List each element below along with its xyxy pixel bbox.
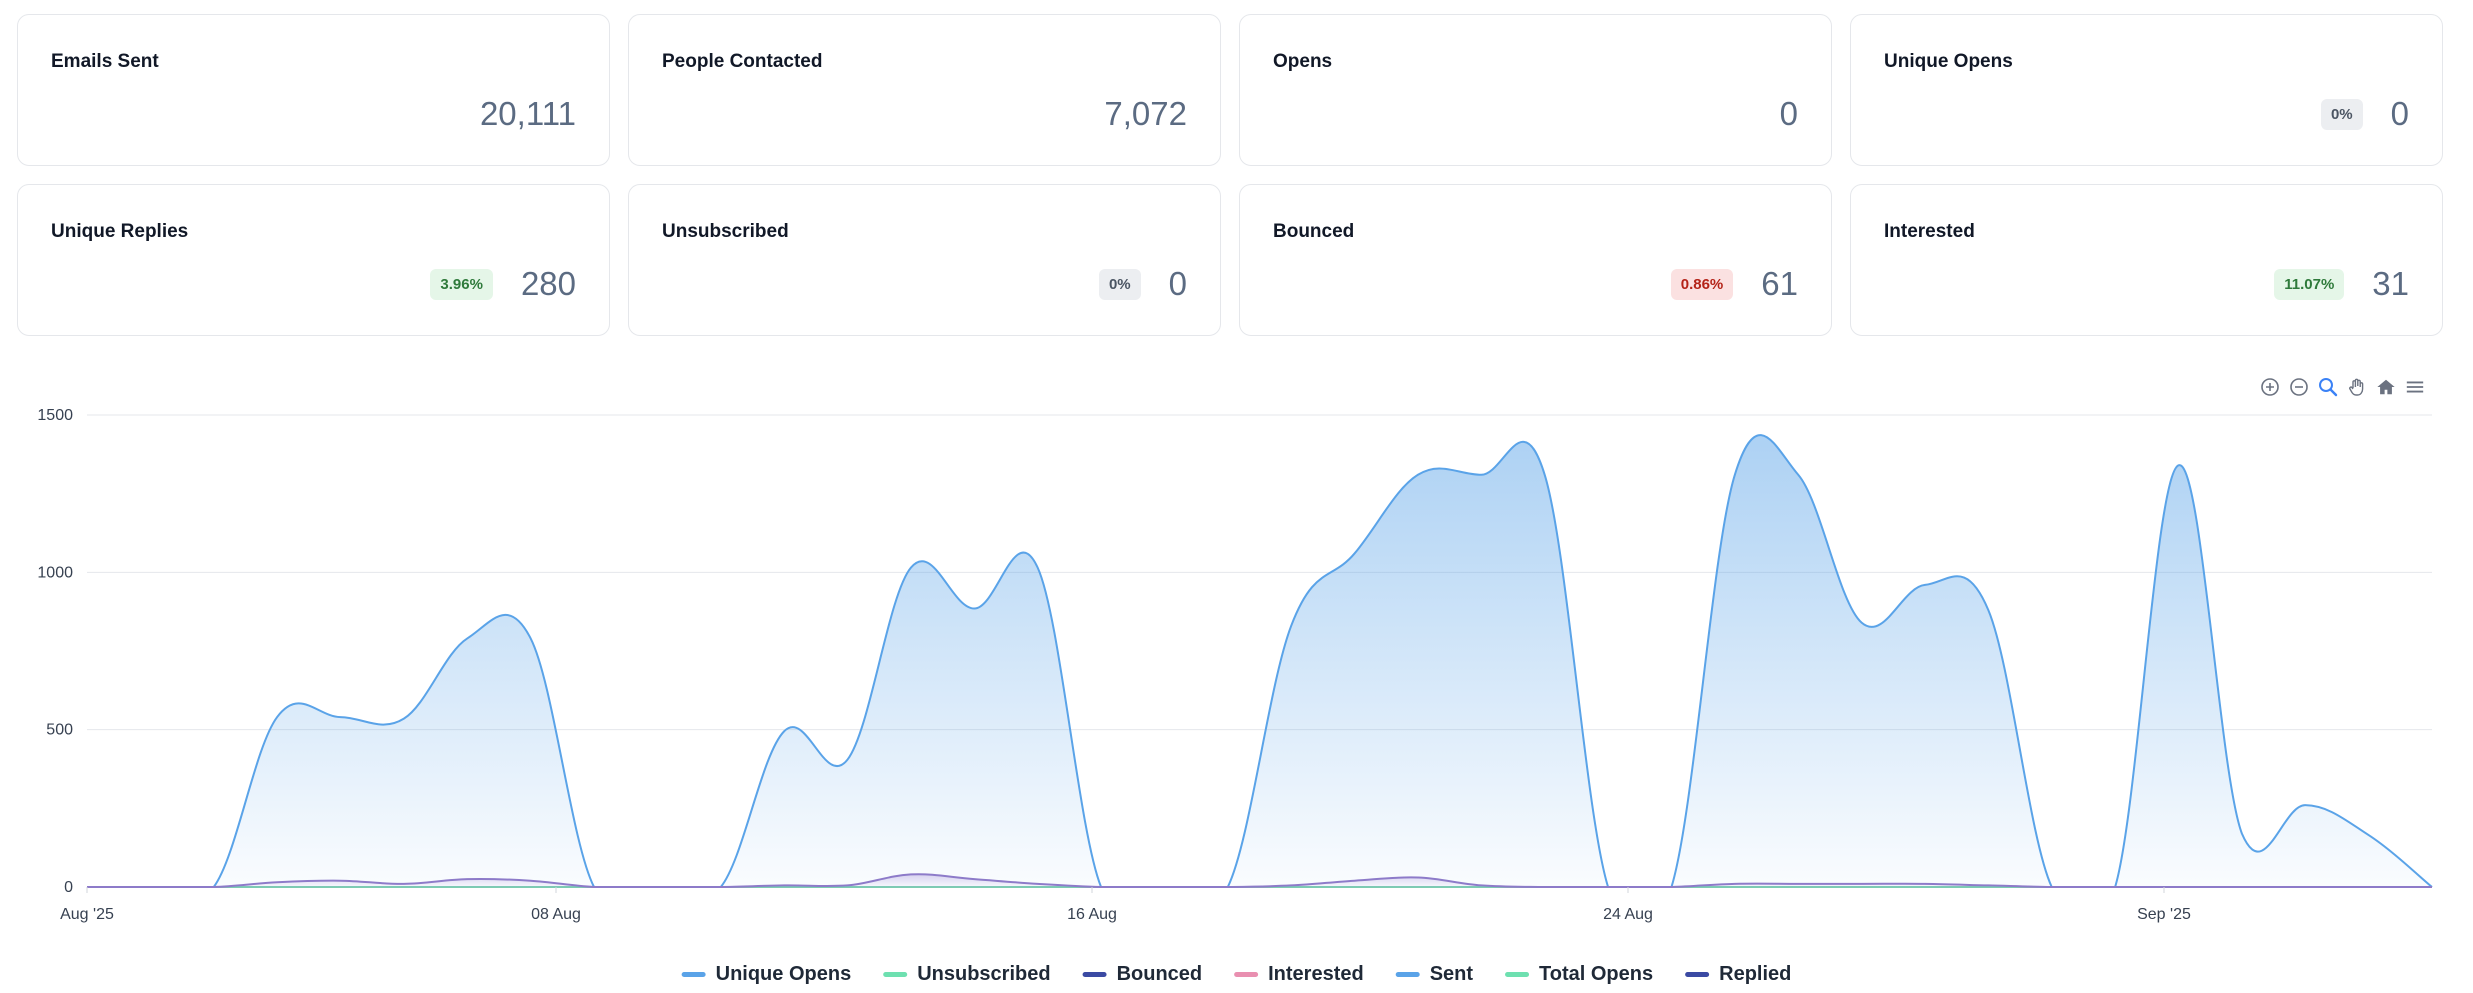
percent-badge: 0% xyxy=(1098,268,1141,300)
legend-marker xyxy=(1505,972,1530,977)
legend-label: Total Opens xyxy=(1539,963,1653,985)
stat-card-unsubscribed: Unsubscribed 0% 0 xyxy=(628,184,1221,336)
x-tick-label: Aug '25 xyxy=(60,906,114,923)
stat-card-interested: Interested 11.07% 31 xyxy=(1850,184,2443,336)
legend-marker xyxy=(681,972,706,977)
card-value: 280 xyxy=(520,265,576,302)
card-title: Interested xyxy=(1884,221,1975,242)
y-tick-label: 1000 xyxy=(37,564,73,581)
stat-card-opens: Opens 0 xyxy=(1239,14,1832,166)
percent-badge: 0.86% xyxy=(1670,268,1734,300)
card-value: 20,111 xyxy=(479,95,576,132)
x-axis-ticks: Aug '25 08 Aug 16 Aug 24 Aug Sep '25 xyxy=(60,887,2191,923)
stat-card-bounced: Bounced 0.86% 61 xyxy=(1239,184,1832,336)
stat-card-emails-sent: Emails Sent 20,111 xyxy=(17,14,610,166)
card-title: Unique Replies xyxy=(51,221,189,242)
y-axis-ticks: 0 500 1000 1500 xyxy=(37,407,73,896)
card-value: 7,072 xyxy=(1104,95,1187,132)
card-title: Opens xyxy=(1273,51,1333,72)
stats-cards: Emails Sent 20,111 People Contacted 7,07… xyxy=(17,14,2445,336)
card-value: 31 xyxy=(2372,265,2409,302)
percent-badge: 11.07% xyxy=(2274,268,2345,300)
card-title: Unique Opens xyxy=(1884,51,2013,72)
stat-card-unique-opens: Unique Opens 0% 0 xyxy=(1850,14,2443,166)
stat-card-people-contacted: People Contacted 7,072 xyxy=(628,14,1221,166)
stat-card-unique-replies: Unique Replies 3.96% 280 xyxy=(17,184,610,336)
card-value: 0 xyxy=(2390,95,2409,132)
email-activity-chart: 0 500 1000 1500 Aug '25 08 Aug 16 Aug 24 Aug Se… xyxy=(37,407,2433,985)
legend-label: Sent xyxy=(1430,963,1474,985)
card-value: 0 xyxy=(1168,265,1187,302)
x-tick-label: 16 Aug xyxy=(1067,906,1117,923)
legend-marker xyxy=(1685,972,1710,977)
x-tick-label: Sep '25 xyxy=(2137,906,2191,923)
legend-label: Unique Opens xyxy=(716,963,852,985)
legend-marker xyxy=(1234,972,1259,977)
legend-label: Interested xyxy=(1268,963,1364,985)
card-title: People Contacted xyxy=(662,51,823,72)
legend-label: Replied xyxy=(1719,963,1791,985)
card-title: Unsubscribed xyxy=(662,221,789,242)
percent-badge: 0% xyxy=(2320,98,2363,130)
percent-badge: 3.96% xyxy=(430,268,493,300)
legend-label: Unsubscribed xyxy=(917,963,1050,985)
x-tick-label: 24 Aug xyxy=(1603,906,1653,923)
card-value: 0 xyxy=(1779,95,1798,132)
card-value: 61 xyxy=(1761,265,1798,302)
x-tick-label: 08 Aug xyxy=(531,906,581,923)
series-layer xyxy=(86,434,2433,888)
card-title: Emails Sent xyxy=(51,51,159,72)
legend-marker xyxy=(1395,972,1420,977)
legend-marker xyxy=(883,972,908,977)
card-title: Bounced xyxy=(1273,221,1355,242)
chart-legend: Unique Opens Unsubscribed Bounced Intereste… xyxy=(681,963,1791,985)
y-tick-label: 1500 xyxy=(37,407,73,424)
series-sent-area xyxy=(87,435,2432,887)
legend-marker xyxy=(1082,972,1107,977)
legend-label: Bounced xyxy=(1117,963,1203,985)
y-tick-label: 500 xyxy=(46,722,73,739)
y-tick-label: 0 xyxy=(64,879,73,896)
